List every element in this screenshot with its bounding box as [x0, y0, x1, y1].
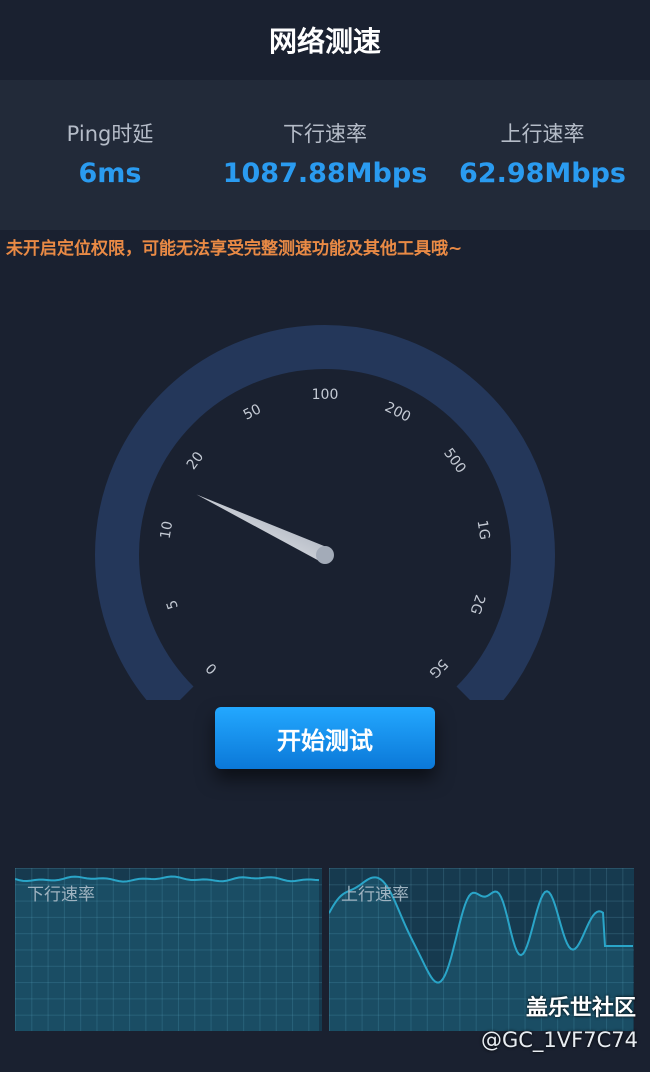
stats-panel: Ping时延 6ms 下行速率 1087.88Mbps 上行速率 62.98Mb… [0, 80, 650, 230]
download-speed-chart: 下行速率 [15, 868, 322, 1031]
gauge-tick-label: 10 [158, 520, 177, 540]
gauge-tick-label: 1G [474, 519, 493, 541]
stat-upload: 上行速率 62.98Mbps [450, 118, 635, 190]
gauge-needle-hub [316, 546, 334, 564]
gauge-tick-label: 2G [467, 593, 488, 617]
stat-download-label: 下行速率 [283, 122, 367, 146]
stat-ping: Ping时延 6ms [40, 118, 180, 190]
stat-ping-value: 6ms [78, 158, 142, 189]
download-chart-label: 下行速率 [27, 885, 95, 905]
start-test-button[interactable]: 开始测试 [215, 707, 435, 769]
page-title: 网络测速 [268, 25, 381, 58]
gauge-tick-label: 500 [440, 445, 469, 476]
stat-download-value: 1087.88Mbps [222, 158, 428, 189]
upload-chart-label: 上行速率 [341, 885, 409, 905]
gauge-tick-label: 5G [425, 655, 450, 680]
gauge-needle [196, 494, 329, 563]
stat-ping-label: Ping时延 [66, 122, 154, 146]
stat-upload-label: 上行速率 [500, 122, 585, 146]
gauge-tick-label: 200 [382, 399, 413, 425]
location-permission-warning[interactable]: 未开启定位权限，可能无法享受完整测速功能及其他工具哦~ [6, 236, 646, 262]
gauge-tick-labels: 0 5 10 20 50 100 200 500 1G 2G 5G [158, 387, 493, 681]
watermark-user: @GC_1VF7C74 [481, 1028, 638, 1052]
gauge-tick-label: 20 [184, 449, 207, 473]
stat-upload-value: 62.98Mbps [459, 158, 626, 189]
gauge-tick-label: 50 [241, 401, 264, 423]
stat-download: 下行速率 1087.88Mbps [220, 118, 430, 190]
gauge-tick-label: 0 [203, 659, 221, 677]
speed-gauge: 0 5 10 20 50 100 200 500 1G 2G 5G [95, 325, 555, 700]
gauge-tick-label: 5 [164, 598, 182, 611]
gauge-tick-label: 100 [312, 387, 339, 403]
watermark-title: 盖乐世社区 [525, 996, 636, 1021]
